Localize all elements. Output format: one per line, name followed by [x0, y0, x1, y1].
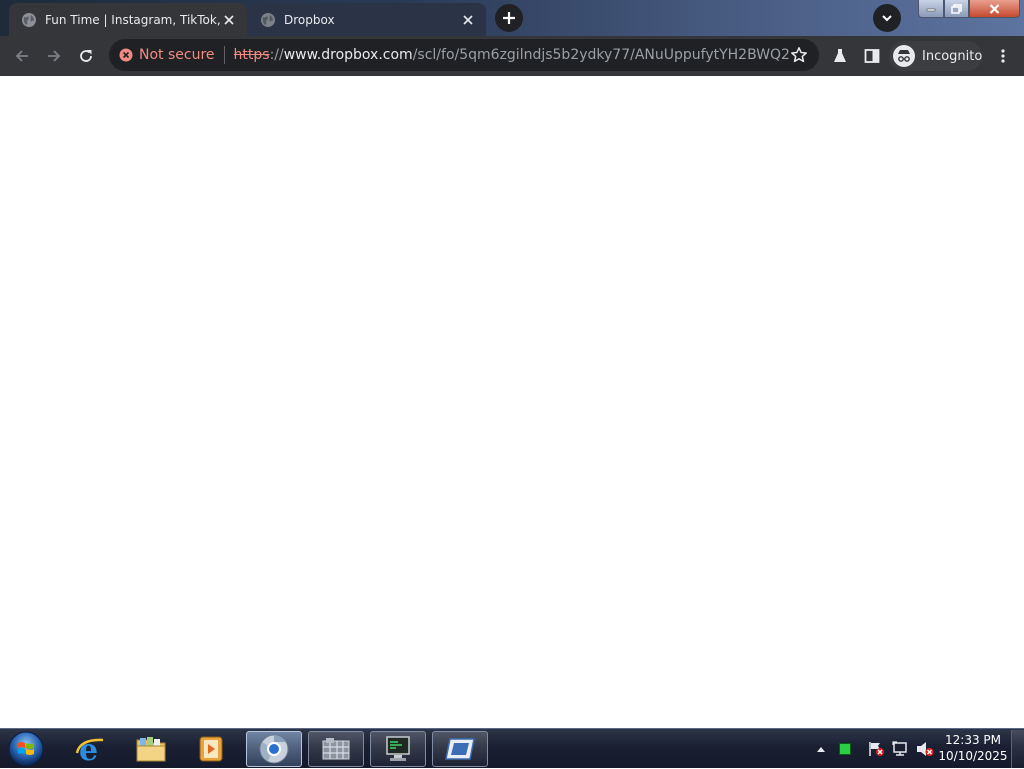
action-center-flag-icon[interactable]	[863, 741, 889, 757]
chrome-taskbar-button[interactable]	[246, 731, 302, 767]
close-tab-icon[interactable]	[221, 12, 237, 28]
app-grid-taskbar-button[interactable]	[308, 731, 364, 767]
chevron-down-icon	[882, 15, 892, 22]
url-separator: ://	[269, 47, 284, 63]
folder-icon	[136, 737, 166, 762]
arrow-left-icon	[15, 50, 28, 62]
new-tab-button[interactable]	[495, 4, 523, 32]
plus-icon	[503, 12, 515, 24]
start-button[interactable]	[6, 730, 46, 768]
show-hidden-icons-arrow-icon[interactable]	[813, 746, 829, 752]
windows-logo-icon	[8, 731, 44, 767]
side-panel-icon[interactable]	[860, 44, 884, 68]
clock-time: 12:33 PM	[945, 733, 1001, 747]
grid-app-icon	[322, 738, 350, 760]
warning-icon[interactable]	[119, 48, 133, 62]
window-controls	[918, 0, 1020, 19]
tab-dropbox[interactable]: Dropbox	[248, 3, 486, 36]
svg-text:e: e	[79, 733, 98, 765]
close-tab-icon[interactable]	[460, 12, 476, 28]
profile-label: Incognito	[922, 48, 983, 64]
tab-title: Dropbox	[284, 12, 335, 27]
url-host: www.dropbox.com	[283, 47, 413, 63]
url-text[interactable]: https://www.dropbox.com/scl/fo/5qm6zgiln…	[234, 47, 789, 63]
restore-button[interactable]	[944, 0, 969, 18]
minimize-icon	[926, 8, 936, 11]
incognito-icon	[893, 45, 915, 67]
monitor-icon	[386, 736, 410, 761]
green-status-icon[interactable]	[833, 742, 857, 756]
chrome-icon	[259, 734, 289, 764]
globe-icon	[21, 12, 37, 28]
media-player-taskbar-button[interactable]	[183, 731, 239, 767]
divider	[223, 46, 225, 64]
windows-taskbar: e 12:33 PM 10/10/2025	[0, 728, 1024, 768]
bookmark-star-icon[interactable]	[789, 45, 809, 65]
reload-icon	[80, 50, 92, 62]
reload-button[interactable]	[70, 40, 102, 72]
labs-flask-icon[interactable]	[828, 44, 852, 68]
system-clock[interactable]: 12:33 PM 10/10/2025	[936, 732, 1010, 764]
volume-muted-icon[interactable]	[913, 741, 937, 757]
incognito-profile-button[interactable]: Incognito	[889, 41, 982, 71]
minimize-button[interactable]	[918, 0, 944, 18]
more-menu-icon[interactable]	[991, 44, 1015, 68]
browser-tab-strip: Fun Time | Instagram, TikTok, Tw Dropbox	[0, 0, 1024, 36]
network-icon[interactable]	[889, 741, 913, 757]
close-window-button[interactable]	[969, 0, 1020, 18]
url-scheme: https	[233, 47, 270, 63]
back-button[interactable]	[6, 40, 38, 72]
system-tray	[813, 729, 937, 769]
tab-search-button[interactable]	[873, 4, 901, 32]
show-desktop-button[interactable]	[1011, 730, 1024, 768]
tab-title: Fun Time | Instagram, TikTok, Tw	[45, 12, 221, 27]
forward-button[interactable]	[38, 40, 70, 72]
restore-icon	[951, 3, 962, 14]
monitor-app-taskbar-button[interactable]	[370, 731, 426, 767]
security-status[interactable]: Not secure	[139, 47, 215, 63]
web-page-content[interactable]	[0, 76, 1024, 728]
arrow-right-icon	[48, 50, 61, 62]
address-bar[interactable]: Not secure https://www.dropbox.com/scl/f…	[109, 39, 819, 71]
internet-explorer-taskbar-button[interactable]: e	[62, 731, 118, 767]
clock-date: 10/10/2025	[938, 749, 1008, 763]
url-path: /scl/fo/5qm6zgilndjs5b2ydky77/ANuUppufyt…	[412, 47, 789, 63]
tab-fun-time[interactable]: Fun Time | Instagram, TikTok, Tw	[9, 3, 247, 36]
browser-toolbar: Not secure https://www.dropbox.com/scl/f…	[0, 36, 1024, 76]
file-explorer-taskbar-button[interactable]	[123, 731, 179, 767]
internet-explorer-icon: e	[75, 733, 104, 765]
remote-desktop-icon	[445, 738, 475, 760]
close-icon	[989, 3, 1000, 14]
media-player-icon	[199, 736, 223, 762]
remote-app-taskbar-button[interactable]	[432, 731, 488, 767]
globe-icon	[260, 12, 276, 28]
